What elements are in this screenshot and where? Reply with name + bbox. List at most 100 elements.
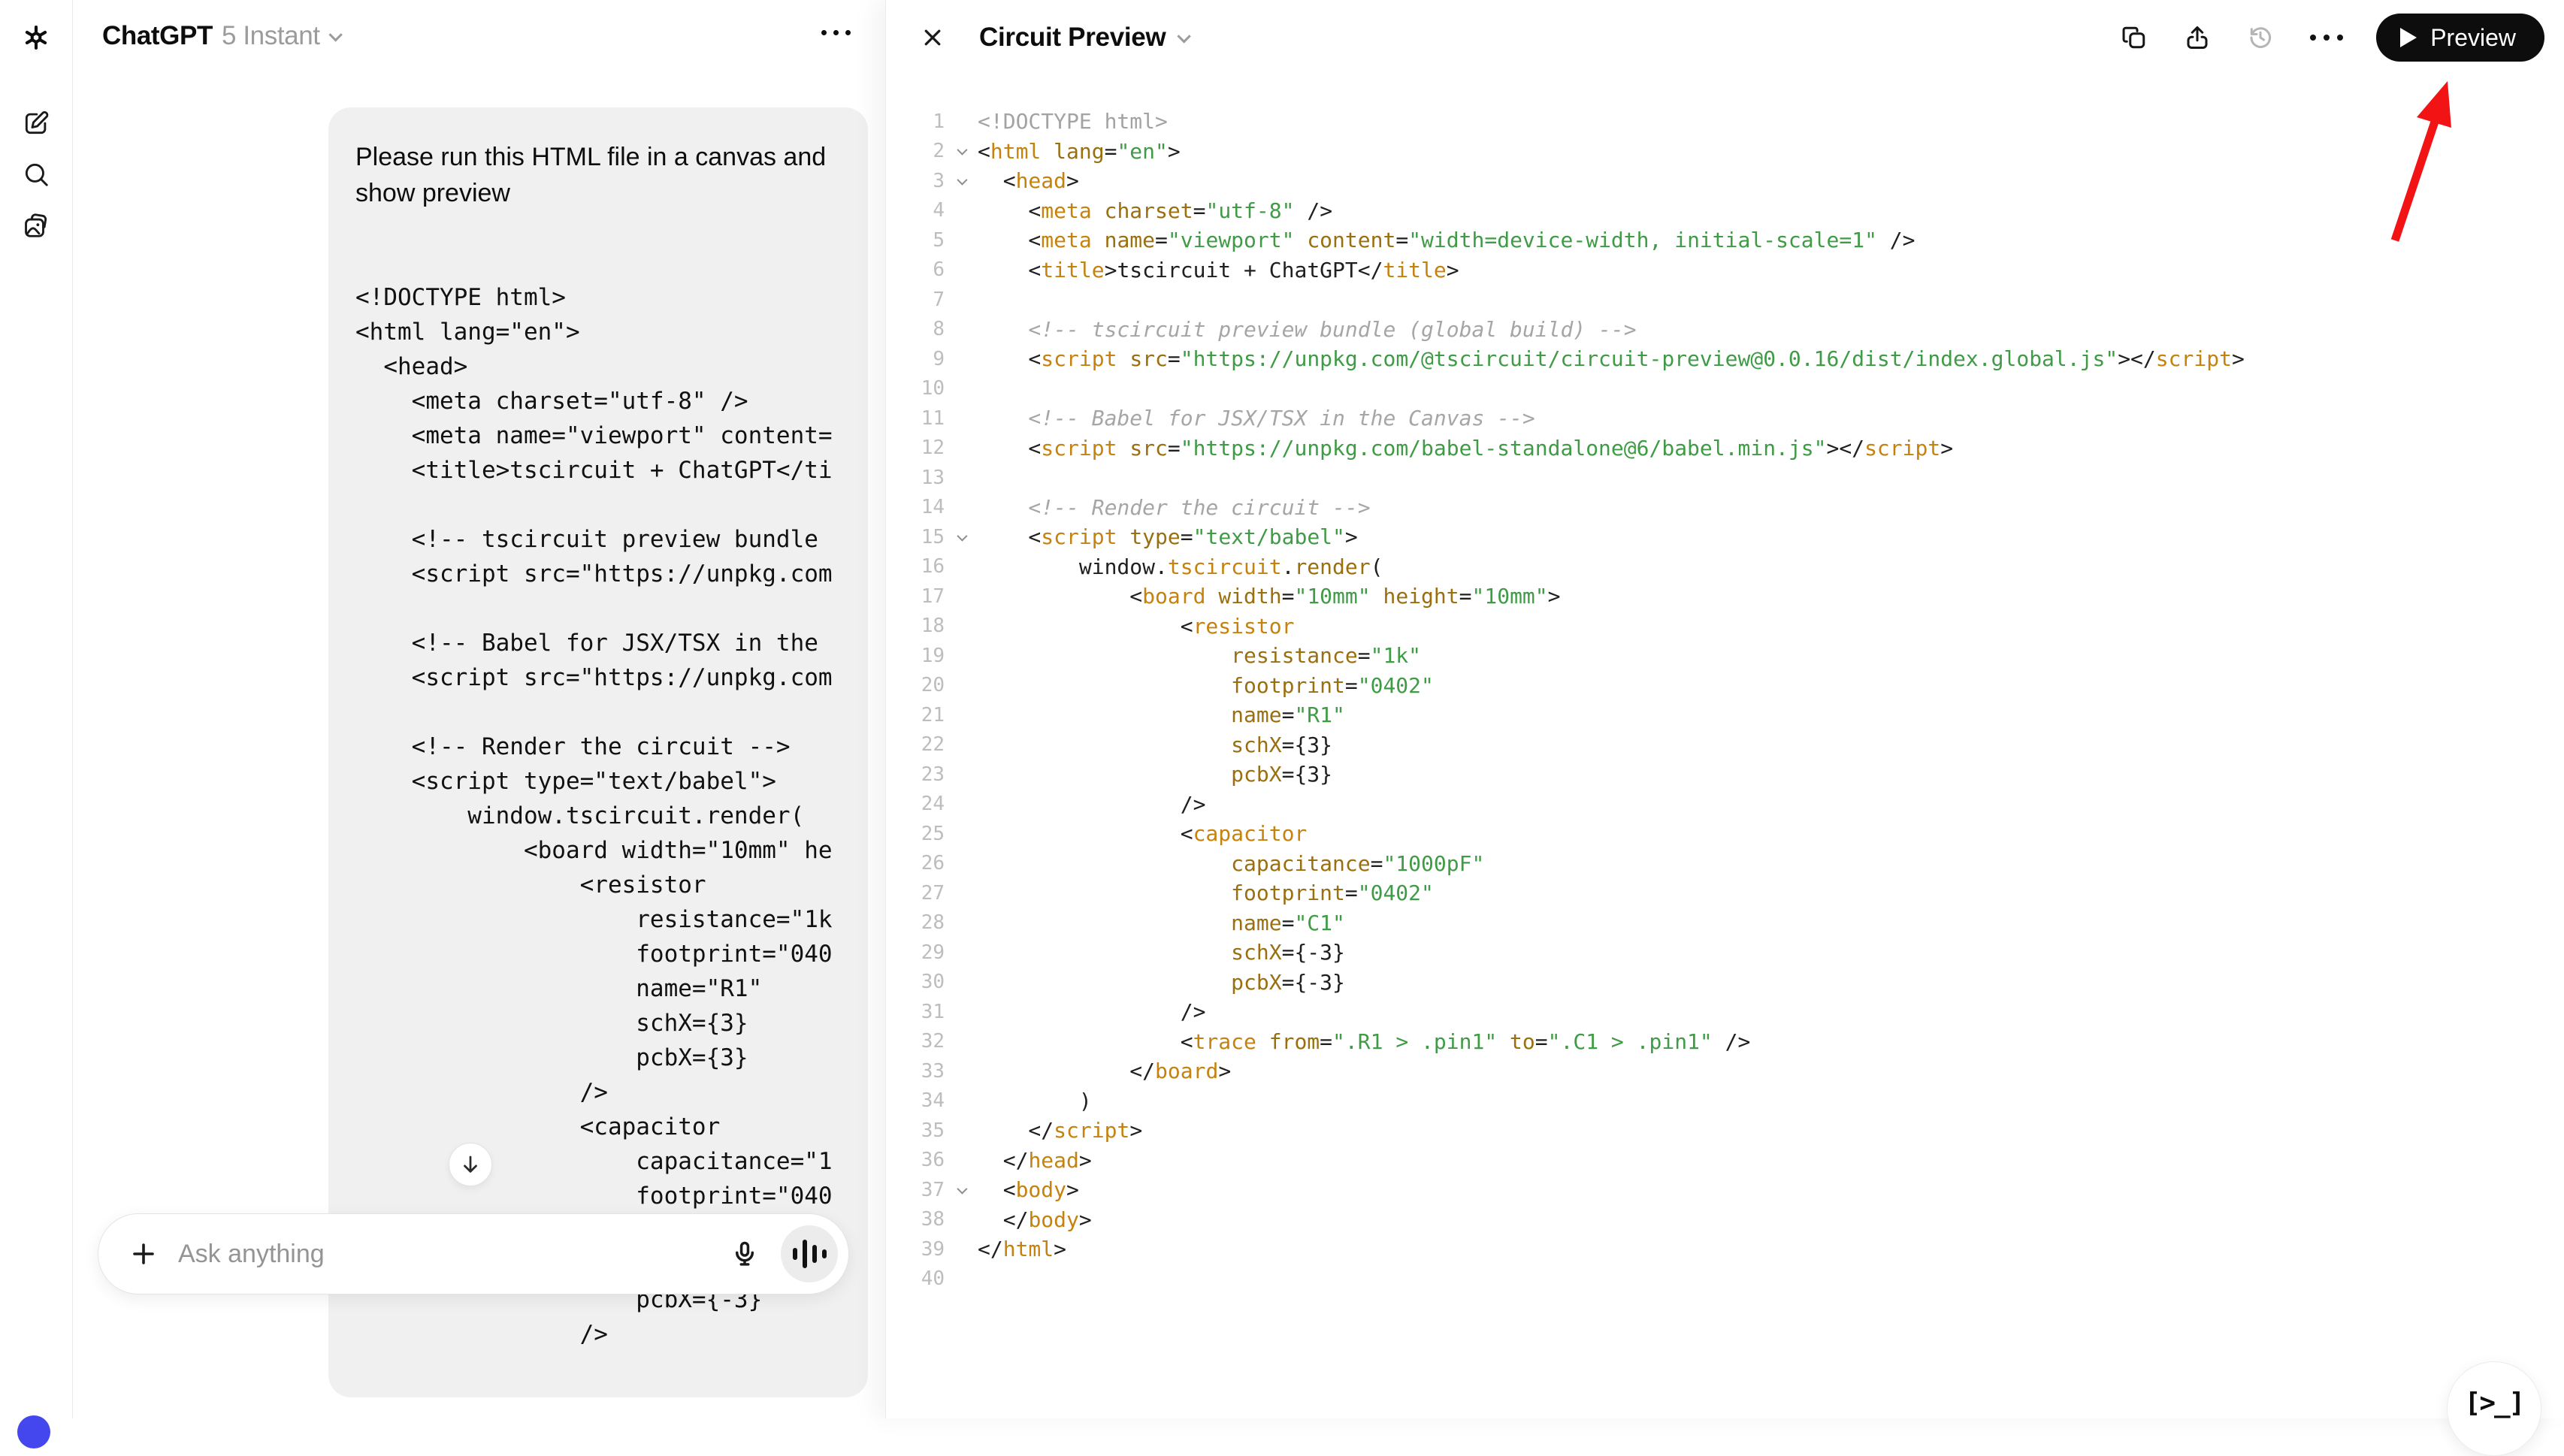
bubble-code-line <box>355 591 841 626</box>
message-input[interactable]: Ask anything <box>178 1240 728 1269</box>
editor-code-line: 23 pcbX={3} <box>886 760 2564 790</box>
line-number: 11 <box>886 407 945 430</box>
bubble-code-line: <capacitor <box>355 1110 841 1144</box>
preview-button-label: Preview <box>2430 24 2516 52</box>
line-number: 31 <box>886 1001 945 1023</box>
canvas-header: Circuit Preview <box>886 0 2564 75</box>
bubble-code-line: <script type="text/babel"> <box>355 764 841 799</box>
code-text: <script src="https://unpkg.com/babel-sta… <box>978 436 1953 461</box>
model-selector[interactable]: ChatGPT 5 Instant <box>102 21 339 51</box>
code-text: <trace from=".R1 > .pin1" to=".C1 > .pin… <box>978 1029 1750 1054</box>
fold-toggle[interactable] <box>945 147 978 155</box>
canvas-title-selector[interactable]: Circuit Preview <box>979 23 1187 53</box>
code-text: <body> <box>978 1177 1079 1202</box>
code-text: <!DOCTYPE html> <box>978 109 1168 134</box>
editor-code-line: 20 footprint="0402" <box>886 671 2564 701</box>
editor-code-line: 12 <script src="https://unpkg.com/babel-… <box>886 433 2564 464</box>
code-text: <!-- Render the circuit --> <box>978 495 1371 520</box>
bubble-code-line: schX={3} <box>355 1006 841 1041</box>
brand-name: ChatGPT <box>102 21 213 51</box>
library-button[interactable] <box>20 209 53 242</box>
editor-code-line: 24 /> <box>886 790 2564 820</box>
line-number: 17 <box>886 585 945 608</box>
attach-button[interactable] <box>127 1237 160 1270</box>
user-message-text: Please run this HTML file in a canvas an… <box>355 139 844 211</box>
line-number: 14 <box>886 496 945 518</box>
history-button[interactable] <box>2244 21 2277 54</box>
fold-toggle[interactable] <box>945 1186 978 1194</box>
upload-icon <box>2184 24 2211 51</box>
chevron-down-icon <box>328 28 342 41</box>
line-number: 10 <box>886 377 945 400</box>
line-number: 33 <box>886 1060 945 1083</box>
code-text: <board width="10mm" height="10mm"> <box>978 584 1561 609</box>
plus-icon <box>130 1240 157 1267</box>
editor-code-line: 2<html lang="en"> <box>886 137 2564 167</box>
scroll-to-bottom-button[interactable] <box>449 1143 492 1186</box>
canvas-console-button[interactable]: [>_] <box>2447 1361 2541 1456</box>
code-editor[interactable]: 1 <!DOCTYPE html> 2<html lang="en">3 <head… <box>886 107 2564 1294</box>
canvas-actions: Preview <box>2118 0 2544 75</box>
code-text: <script type="text/babel"> <box>978 524 1358 549</box>
dictate-button[interactable] <box>728 1237 761 1270</box>
fold-toggle[interactable] <box>945 533 978 541</box>
editor-code-line: 16 window.tscircuit.render( <box>886 552 2564 582</box>
library-icon <box>22 211 50 240</box>
editor-code-line: 31 /> <box>886 997 2564 1027</box>
bubble-code-line: <resistor <box>355 868 841 902</box>
bubble-code-line: <!-- tscircuit preview bundle <box>355 522 841 557</box>
close-icon <box>921 26 944 49</box>
code-text: schX={3} <box>978 733 1332 757</box>
line-number: 18 <box>886 615 945 637</box>
bubble-code-line: <script src="https://unpkg.com <box>355 557 841 591</box>
play-icon <box>2400 28 2417 47</box>
bubble-code-line: <!-- Babel for JSX/TSX in the <box>355 626 841 660</box>
line-number: 28 <box>886 911 945 934</box>
line-number: 21 <box>886 704 945 726</box>
code-text: footprint="0402" <box>978 673 1434 698</box>
line-number: 39 <box>886 1238 945 1261</box>
search-button[interactable] <box>20 158 53 191</box>
preview-button[interactable]: Preview <box>2376 14 2544 62</box>
editor-code-line: 13 <box>886 463 2564 493</box>
line-number: 1 <box>886 110 945 133</box>
editor-code-line: 9 <script src="https://unpkg.com/@tscirc… <box>886 344 2564 374</box>
editor-code-line: 22 schX={3} <box>886 730 2564 760</box>
copy-button[interactable] <box>2118 21 2151 54</box>
canvas-panel: Circuit Preview <box>885 0 2564 1418</box>
canvas-more-button[interactable] <box>2307 35 2346 41</box>
code-text: <meta name="viewport" content="width=dev… <box>978 228 1915 252</box>
canvas-title: Circuit Preview <box>979 23 1166 53</box>
editor-code-line: 6 <title>tscircuit + ChatGPT</title> <box>886 255 2564 285</box>
line-number: 37 <box>886 1179 945 1201</box>
code-text: footprint="0402" <box>978 881 1434 905</box>
code-text: schX={-3} <box>978 940 1345 965</box>
bubble-code-line: footprint="040 <box>355 1179 841 1213</box>
code-text: </html> <box>978 1237 1066 1261</box>
composer[interactable]: Ask anything <box>98 1213 849 1294</box>
code-text: <meta charset="utf-8" /> <box>978 198 1332 223</box>
new-chat-button[interactable] <box>20 107 53 140</box>
code-text: <!-- Babel for JSX/TSX in the Canvas --> <box>978 406 1535 430</box>
voice-mode-button[interactable] <box>781 1225 838 1282</box>
code-text: <!-- tscircuit preview bundle (global bu… <box>978 317 1637 342</box>
chat-header: ChatGPT 5 Instant <box>74 0 885 72</box>
close-canvas-button[interactable] <box>916 21 949 54</box>
chat-more-button[interactable] <box>821 30 851 35</box>
editor-code-line: 8 <!-- tscircuit preview bundle (global … <box>886 315 2564 345</box>
editor-code-line: 5 <meta name="viewport" content="width=d… <box>886 225 2564 255</box>
fold-toggle[interactable] <box>945 177 978 185</box>
code-text: <title>tscircuit + ChatGPT</title> <box>978 258 1459 282</box>
editor-code-line: 27 footprint="0402" <box>886 878 2564 908</box>
editor-code-line: 26 capacitance="1000pF" <box>886 849 2564 879</box>
code-text: <resistor <box>978 614 1294 639</box>
openai-logo[interactable] <box>20 21 53 54</box>
line-number: 20 <box>886 674 945 696</box>
user-message-code-block: <!DOCTYPE html><html lang="en"> <head> <… <box>355 280 841 1352</box>
user-avatar[interactable] <box>17 1415 50 1448</box>
share-button[interactable] <box>2181 21 2214 54</box>
line-number: 25 <box>886 823 945 845</box>
editor-code-line: 3 <head> <box>886 166 2564 196</box>
editor-code-line: 14 <!-- Render the circuit --> <box>886 493 2564 523</box>
bubble-code-line: <meta name="viewport" content= <box>355 418 841 453</box>
